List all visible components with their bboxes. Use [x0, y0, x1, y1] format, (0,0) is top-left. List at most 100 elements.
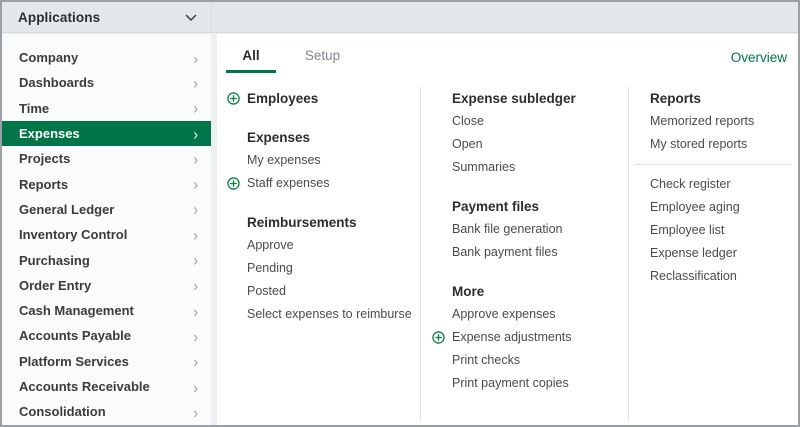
- sidebar-item-label: Accounts Payable: [19, 328, 131, 343]
- menu-label: Bank file generation: [452, 222, 563, 236]
- menu-column-1: Employees Expenses My expenses Staff expens…: [227, 87, 417, 326]
- applications-dropdown-toggle[interactable]: Applications: [2, 2, 798, 33]
- menu-label: Expense subledger: [452, 91, 576, 106]
- menu-item-my-stored-reports[interactable]: My stored reports: [630, 133, 792, 156]
- sidebar-item-label: Company: [19, 50, 78, 65]
- menu-label: Memorized reports: [650, 114, 754, 128]
- menu-label: Print checks: [452, 353, 520, 367]
- sidebar-item-expenses[interactable]: Expenses ›: [2, 121, 211, 146]
- sidebar-item-platform-services[interactable]: Platform Services›: [2, 349, 211, 374]
- sidebar-item-label: Cash Management: [19, 303, 134, 318]
- applications-menu-window: Applications Company›Dashboards›Time›Exp…: [0, 0, 800, 427]
- chevron-right-icon: ›: [193, 404, 198, 420]
- sidebar-item-purchasing[interactable]: Purchasing›: [2, 247, 211, 272]
- menu-header-expense-subledger: Expense subledger: [432, 87, 622, 110]
- menu-item-my-expenses[interactable]: My expenses: [227, 149, 417, 172]
- menu-item-employee-aging[interactable]: Employee aging: [630, 196, 792, 219]
- sidebar-item-accounts-receivable[interactable]: Accounts Receivable›: [2, 374, 211, 399]
- sidebar-item-order-entry[interactable]: Order Entry›: [2, 273, 211, 298]
- sidebar-item-company[interactable]: Company ›: [2, 45, 211, 70]
- menu-label: Expense ledger: [650, 246, 737, 260]
- menu-label: Print payment copies: [452, 376, 569, 390]
- menu-header-reports: Reports: [630, 87, 792, 110]
- sidebar-item-label: General Ledger: [19, 202, 114, 217]
- menu-item-posted[interactable]: Posted: [227, 280, 417, 303]
- sidebar-item-label: Purchasing: [19, 253, 90, 268]
- menu-item-open[interactable]: Open: [432, 133, 622, 156]
- menu-header-employees: Employees: [227, 87, 417, 110]
- menu-header-expenses: Expenses: [227, 126, 417, 149]
- menu-label: Reclassification: [650, 269, 737, 283]
- dotted-divider: [636, 164, 792, 165]
- menu-column-2: Expense subledgerCloseOpenSummariesPayme…: [432, 87, 622, 395]
- menu-label: Approve expenses: [452, 307, 556, 321]
- menu-item-approve-expenses[interactable]: Approve expenses: [432, 303, 622, 326]
- menu-label: My stored reports: [650, 137, 747, 151]
- tab-bar: All Setup Overview: [217, 34, 798, 73]
- menu-item-close[interactable]: Close: [432, 110, 622, 133]
- menu-item-expense-adjustments[interactable]: Expense adjustments: [432, 326, 622, 349]
- menu-item-print-payment-copies[interactable]: Print payment copies: [432, 372, 622, 395]
- chevron-right-icon: ›: [193, 303, 198, 319]
- chevron-right-icon: ›: [193, 75, 198, 91]
- chevron-right-icon: ›: [193, 125, 198, 141]
- menu-label: Check register: [650, 177, 731, 191]
- tab-all[interactable]: All: [226, 48, 276, 73]
- menu-header-reimbursements: Reimbursements: [227, 211, 417, 234]
- menu-item-reclassification[interactable]: Reclassification: [630, 265, 792, 288]
- sidebar-item-reports[interactable]: Reports›: [2, 171, 211, 196]
- menu-label: Staff expenses: [247, 176, 329, 190]
- chevron-right-icon: ›: [193, 100, 198, 116]
- menu-item-approve[interactable]: Approve: [227, 234, 417, 257]
- menu-label: More: [452, 284, 484, 299]
- menu-item-employee-list[interactable]: Employee list: [630, 219, 792, 242]
- menu-item-print-checks[interactable]: Print checks: [432, 349, 622, 372]
- sidebar-item-general-ledger[interactable]: General Ledger›: [2, 197, 211, 222]
- chevron-down-icon: [185, 14, 197, 22]
- sidebar-item-label: Expenses: [19, 126, 80, 141]
- chevron-right-icon: ›: [193, 176, 198, 192]
- menu-label: Employee list: [650, 223, 724, 237]
- sidebar-item-consolidation[interactable]: Consolidation›: [2, 399, 211, 424]
- overview-link[interactable]: Overview: [731, 50, 787, 65]
- menu-label: Pending: [247, 261, 293, 275]
- menu-label: Expense adjustments: [452, 330, 572, 344]
- sidebar-item-cash-management[interactable]: Cash Management ›: [2, 298, 211, 323]
- menu-item-staff-expenses[interactable]: Staff expenses: [227, 172, 417, 195]
- menu-label: Employees: [247, 91, 318, 106]
- chevron-right-icon: ›: [193, 50, 198, 66]
- sidebar-item-accounts-payable[interactable]: Accounts Payable ›: [2, 323, 211, 348]
- sidebar-item-label: Time: [19, 101, 49, 116]
- menu-item-check-register[interactable]: Check register: [630, 173, 792, 196]
- chevron-right-icon: ›: [193, 277, 198, 293]
- menu-label: Approve: [247, 238, 294, 252]
- menu-item-expense-ledger[interactable]: Expense ledger: [630, 242, 792, 265]
- menu-item-bank-payment-files[interactable]: Bank payment files: [432, 241, 622, 264]
- plus-circle-icon[interactable]: [432, 331, 445, 344]
- sidebar-item-projects[interactable]: Projects ›: [2, 146, 211, 171]
- menu-label: Reports: [650, 91, 701, 106]
- sidebar-item-label: Projects: [19, 151, 70, 166]
- sidebar-item-label: Inventory Control: [19, 227, 127, 242]
- plus-circle-icon[interactable]: [227, 92, 240, 105]
- tab-setup[interactable]: Setup: [297, 48, 347, 73]
- chevron-right-icon: ›: [193, 378, 198, 394]
- sidebar-item-inventory-control[interactable]: Inventory Control ›: [2, 222, 211, 247]
- chevron-right-icon: ›: [193, 151, 198, 167]
- menu-label: Posted: [247, 284, 286, 298]
- menu-item-bank-file-generation[interactable]: Bank file generation: [432, 218, 622, 241]
- menu-item-select-expenses-to-reimburse[interactable]: Select expenses to reimburse: [227, 303, 417, 326]
- menu-item-pending[interactable]: Pending: [227, 257, 417, 280]
- applications-title: Applications: [18, 10, 100, 25]
- chevron-right-icon: ›: [193, 227, 198, 243]
- sidebar-item-time[interactable]: Time ›: [2, 96, 211, 121]
- sidebar-item-dashboards[interactable]: Dashboards›: [2, 70, 211, 95]
- plus-circle-icon[interactable]: [227, 177, 240, 190]
- menu-label: Reimbursements: [247, 215, 357, 230]
- menu-label: Expenses: [247, 130, 310, 145]
- menu-label: Close: [452, 114, 484, 128]
- menu-item-memorized-reports[interactable]: Memorized reports: [630, 110, 792, 133]
- chevron-right-icon: ›: [193, 328, 198, 344]
- menu-item-summaries[interactable]: Summaries: [432, 156, 622, 179]
- menu-label: Summaries: [452, 160, 515, 174]
